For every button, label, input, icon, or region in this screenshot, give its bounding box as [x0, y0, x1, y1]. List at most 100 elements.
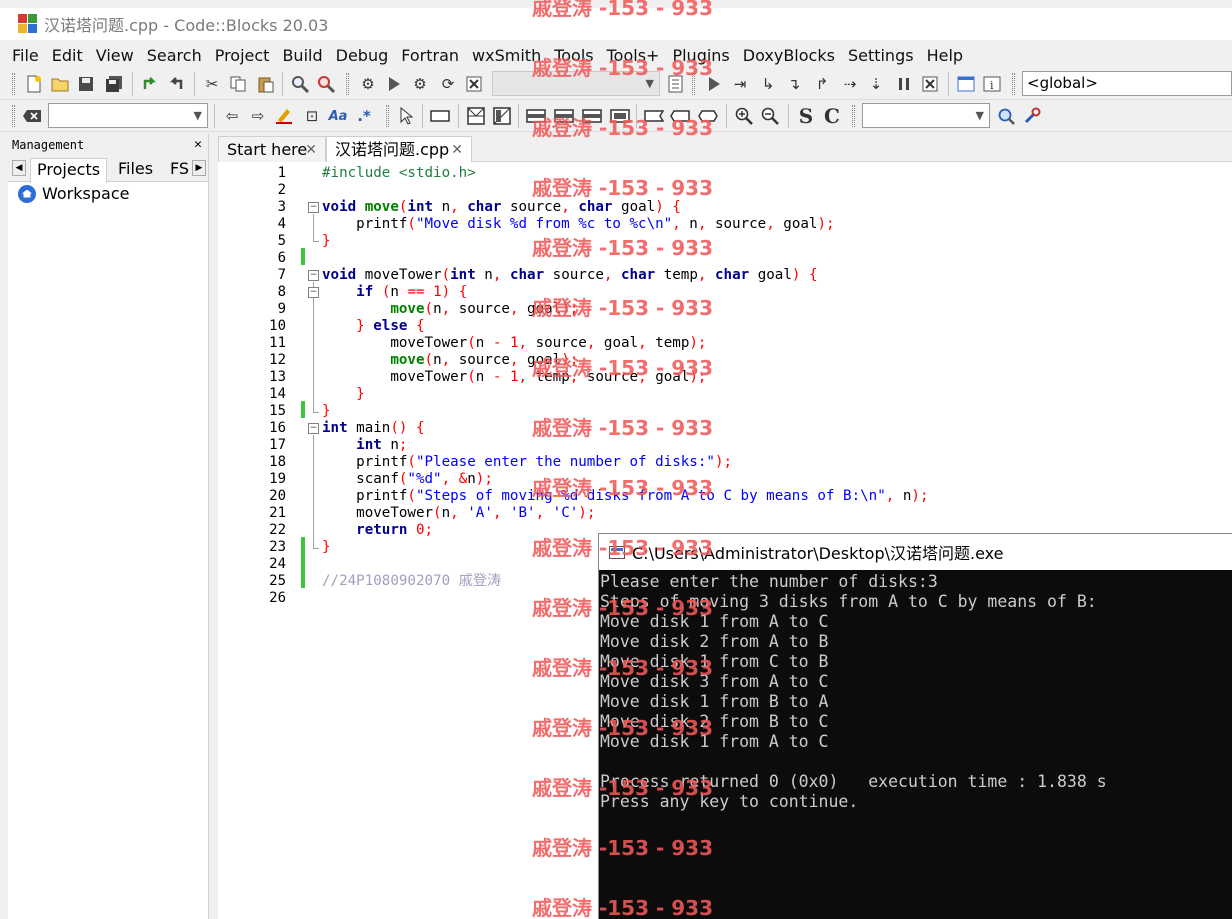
menu-help[interactable]: Help [927, 46, 963, 65]
rectangle-shape-icon[interactable] [430, 106, 450, 126]
toolbar-grip[interactable] [12, 73, 15, 95]
tab-start-here[interactable]: Start here ✕ [218, 136, 326, 162]
zoom-out-icon[interactable] [760, 106, 780, 126]
cut-icon[interactable]: ✂ [202, 74, 222, 94]
open-file-icon[interactable] [50, 74, 70, 94]
toolbar-grip[interactable] [346, 73, 349, 95]
regex-icon[interactable]: .* [354, 106, 374, 126]
close-tab-icon[interactable]: ✕ [451, 137, 463, 163]
scope-select[interactable]: <global> [1022, 71, 1232, 96]
abort-icon[interactable] [464, 74, 484, 94]
menu-view[interactable]: View [96, 46, 134, 65]
match-case-icon[interactable]: Aa [328, 106, 348, 126]
code-line: return 0; [356, 522, 434, 538]
nassi-c-icon[interactable]: C [822, 104, 842, 128]
loop-shape-icon[interactable] [492, 106, 512, 126]
wrench-icon[interactable] [1022, 106, 1042, 126]
watermark: 戚登涛 -153 - 933 [532, 56, 713, 80]
line-number: 14 [269, 386, 286, 402]
selected-text-icon[interactable]: ⊡ [302, 106, 322, 126]
line-number: 26 [269, 590, 286, 606]
workspace-tree-item[interactable]: Workspace [18, 184, 129, 203]
toolbar-grip[interactable] [852, 105, 855, 127]
tab-scroll-left-icon[interactable]: ◀ [12, 160, 26, 176]
close-icon[interactable]: ✕ [194, 134, 202, 156]
line-number: 22 [269, 522, 286, 538]
symbol-search-icon[interactable] [996, 106, 1016, 126]
code-line: } [322, 403, 331, 419]
workspace-label: Workspace [42, 184, 130, 203]
clear-search-icon[interactable] [22, 106, 42, 126]
code-line: scanf("%d", &n); [322, 471, 493, 487]
build-and-run-icon[interactable]: ⚙ [410, 74, 430, 94]
menu-fortran[interactable]: Fortran [401, 46, 459, 65]
tab-files[interactable]: Files [112, 158, 159, 182]
change-marker [301, 537, 305, 588]
various-info-icon[interactable]: i [982, 74, 1002, 94]
save-icon[interactable] [76, 74, 96, 94]
menu-debug[interactable]: Debug [336, 46, 389, 65]
menu-doxyblocks[interactable]: DoxyBlocks [743, 46, 835, 65]
toolbar-grip[interactable] [386, 105, 389, 127]
tab-fs[interactable]: FS [164, 158, 195, 182]
menu-wxsmith[interactable]: wxSmith [472, 46, 541, 65]
fold-toggle-icon[interactable]: − [308, 423, 319, 434]
stop-debugger-icon[interactable] [920, 74, 940, 94]
line-number: 24 [269, 556, 286, 572]
fold-toggle-icon[interactable]: − [308, 270, 319, 281]
menu-edit[interactable]: Edit [52, 46, 83, 65]
management-panel: Management ✕ ◀ Projects Files FS ▶ Works… [8, 134, 209, 919]
fold-toggle-icon[interactable]: − [308, 287, 319, 298]
step-out-icon[interactable]: ↱ [812, 74, 832, 94]
pointer-icon[interactable] [396, 106, 416, 126]
tab-source-file[interactable]: 汉诺塔问题.cpp ✕ [326, 136, 472, 163]
step-into-icon[interactable]: ↴ [784, 74, 804, 94]
zoom-in-icon[interactable] [734, 106, 754, 126]
menu-build[interactable]: Build [282, 46, 322, 65]
menu-search[interactable]: Search [147, 46, 202, 65]
pause-icon[interactable] [894, 74, 914, 94]
find-next-icon[interactable]: ⇨ [248, 106, 268, 126]
step-into-instruction-icon[interactable]: ⇣ [866, 74, 886, 94]
undo-icon[interactable] [140, 74, 160, 94]
svg-text:i: i [990, 79, 994, 92]
code-line: printf("Please enter the number of disks… [322, 454, 733, 470]
line-number: 5 [277, 233, 286, 249]
menu-project[interactable]: Project [215, 46, 270, 65]
decision-shape-icon[interactable] [466, 106, 486, 126]
find-icon[interactable] [290, 74, 310, 94]
line-number: 18 [269, 454, 286, 470]
tab-projects[interactable]: Projects [30, 158, 108, 183]
symbol-search-input[interactable]: ▼ [862, 103, 990, 128]
close-tab-icon[interactable]: ✕ [305, 137, 317, 163]
code-line: int main() { [322, 420, 425, 436]
menu-settings[interactable]: Settings [848, 46, 914, 65]
search-input[interactable]: ▼ [48, 103, 208, 128]
fold-toggle-icon[interactable]: − [308, 202, 319, 213]
nassi-s-icon[interactable]: S [796, 104, 816, 128]
run-icon[interactable] [384, 74, 404, 94]
watermark: 戚登涛 -153 - 933 [532, 896, 713, 919]
next-line-icon[interactable]: ↳ [758, 74, 778, 94]
redo-icon[interactable] [166, 74, 186, 94]
code-line: } [322, 233, 331, 249]
next-instruction-icon[interactable]: ⇢ [840, 74, 860, 94]
find-previous-icon[interactable]: ⇦ [222, 106, 242, 126]
code-line: } [356, 386, 365, 402]
rebuild-icon[interactable]: ⟳ [438, 74, 458, 94]
save-all-icon[interactable] [104, 74, 124, 94]
toolbar-grip[interactable] [1012, 73, 1015, 95]
replace-icon[interactable] [316, 74, 336, 94]
highlight-icon[interactable] [274, 106, 294, 126]
code-line: int n; [356, 437, 408, 453]
new-file-icon[interactable] [24, 74, 44, 94]
tab-scroll-right-icon[interactable]: ▶ [192, 160, 206, 176]
debugging-windows-icon[interactable] [956, 74, 976, 94]
watermark: 戚登涛 -153 - 933 [532, 716, 713, 740]
toolbar-grip[interactable] [12, 105, 15, 127]
run-to-cursor-icon[interactable]: ⇥ [730, 74, 750, 94]
menu-file[interactable]: File [12, 46, 39, 65]
paste-icon[interactable] [256, 74, 276, 94]
copy-icon[interactable] [228, 74, 248, 94]
build-gear-icon[interactable]: ⚙ [358, 74, 378, 94]
